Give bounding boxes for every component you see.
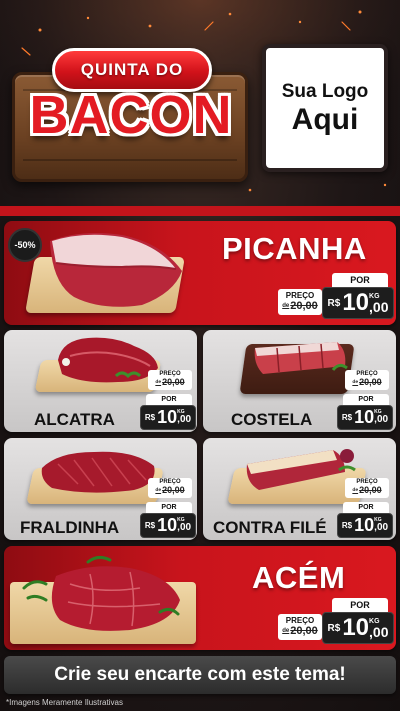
price-tag: POR PREÇO de20,00 R$ 10 KG ,00: [278, 598, 394, 646]
por-label: POR: [332, 598, 388, 612]
currency: R$: [341, 521, 353, 530]
product-name: FRALDINHA: [20, 518, 120, 537]
old-price-box: PREÇO de20,00: [278, 614, 322, 640]
price-integer: 10: [157, 515, 178, 535]
disclaimer-text: *Imagens Meramente Ilustrativas: [6, 698, 123, 707]
product-card-fraldinha[interactable]: FRALDINHA PREÇO de20,00 POR R$ 10 KG ,00: [4, 438, 197, 540]
currency: R$: [144, 413, 156, 422]
price-integer: 10: [354, 515, 375, 535]
ribbon-text: QUINTA DO: [80, 60, 184, 79]
create-flyer-button[interactable]: Crie seu encarte com este tema!: [4, 656, 396, 694]
old-price-box: PREÇO de20,00: [345, 478, 389, 498]
logo-line-1: Sua Logo: [281, 80, 369, 102]
currency: R$: [144, 521, 156, 530]
product-card-contra-file[interactable]: CONTRA FILÉ PREÇO de20,00 POR R$ 10 KG ,0…: [203, 438, 396, 540]
old-price-box: PREÇO de20,00: [148, 370, 192, 390]
picanha-image: [50, 233, 182, 307]
price-decimal: ,00: [374, 414, 389, 425]
price-integer: 10: [342, 614, 370, 641]
por-label: POR: [343, 502, 389, 513]
price-decimal: ,00: [374, 522, 389, 533]
logo-line-2: Aqui: [291, 102, 359, 136]
old-price: 20,00: [359, 377, 382, 387]
old-price-prefix: de: [282, 628, 290, 635]
price-decimal: ,00: [177, 522, 192, 533]
por-label: POR: [343, 394, 389, 405]
product-name: COSTELA: [231, 410, 313, 429]
price-tag: PREÇO de20,00 POR R$ 10 KG ,00: [140, 478, 196, 538]
old-price-box: PREÇO de20,00: [345, 370, 389, 390]
old-price-box: PREÇO de20,00: [278, 289, 322, 315]
current-price: R$ 10 KG ,00: [337, 513, 393, 538]
old-price: 20,00: [290, 300, 318, 312]
price-decimal: ,00: [177, 414, 192, 425]
price-tag: PREÇO de20,00 POR R$ 10 KG ,00: [140, 370, 196, 430]
current-price: R$ 10 KG ,00: [337, 405, 393, 430]
old-price: 20,00: [359, 485, 382, 495]
old-price-prefix: de: [155, 488, 162, 494]
price-integer: 10: [342, 289, 370, 316]
logo-placeholder[interactable]: Sua Logo Aqui: [262, 44, 388, 172]
price-integer: 10: [157, 407, 178, 427]
por-label: POR: [146, 394, 192, 405]
price-decimal: ,00: [369, 623, 389, 640]
currency: R$: [327, 297, 341, 309]
old-price-prefix: de: [282, 303, 290, 310]
product-card-acem[interactable]: ACÉM POR PREÇO de20,00 R$ 10 KG ,00: [4, 546, 396, 650]
price-tag: POR PREÇO de20,00 R$ 10 KG ,00: [278, 273, 394, 321]
flyer-page: QUINTA DO BACON Sua Logo Aqui PICANHA PO…: [0, 0, 400, 711]
por-label: POR: [332, 273, 388, 287]
page-title: BACON: [29, 85, 233, 145]
header: QUINTA DO BACON Sua Logo Aqui: [0, 0, 400, 205]
current-price: R$ 10 KG ,00: [322, 612, 394, 644]
product-card-costela[interactable]: COSTELA PREÇO de20,00 POR R$ 10 KG ,00: [203, 330, 396, 432]
old-price-prefix: de: [352, 380, 359, 386]
acem-image: [22, 555, 180, 631]
preco-label: PREÇO: [285, 616, 315, 625]
preco-label: PREÇO: [285, 291, 315, 300]
price-decimal: ,00: [369, 298, 389, 315]
old-price: 20,00: [162, 485, 185, 495]
currency: R$: [341, 413, 353, 422]
current-price: R$ 10 KG ,00: [140, 405, 196, 430]
old-price-prefix: de: [155, 380, 162, 386]
price-tag: PREÇO de20,00 POR R$ 10 KG ,00: [337, 370, 393, 430]
current-price: R$ 10 KG ,00: [322, 287, 394, 319]
discount-badge: -50%: [8, 228, 42, 262]
divider-strip: [0, 206, 400, 216]
price-integer: 10: [354, 407, 375, 427]
product-name: CONTRA FILÉ: [213, 518, 327, 537]
old-price: 20,00: [290, 625, 318, 637]
product-card-alcatra[interactable]: ALCATRA PREÇO de20,00 POR R$ 10 KG ,00: [4, 330, 197, 432]
currency: R$: [327, 622, 341, 634]
old-price-box: PREÇO de20,00: [148, 478, 192, 498]
por-label: POR: [146, 502, 192, 513]
current-price: R$ 10 KG ,00: [140, 513, 196, 538]
product-name: ALCATRA: [34, 410, 115, 429]
product-name: ACÉM: [252, 560, 346, 595]
old-price: 20,00: [162, 377, 185, 387]
cta-label: Crie seu encarte com este tema!: [54, 664, 346, 685]
product-name: PICANHA: [222, 231, 367, 266]
product-card-picanha[interactable]: PICANHA POR PREÇO de20,00 R$ 10 KG ,00: [4, 221, 396, 325]
old-price-prefix: de: [352, 488, 359, 494]
price-tag: PREÇO de20,00 POR R$ 10 KG ,00: [337, 478, 393, 538]
